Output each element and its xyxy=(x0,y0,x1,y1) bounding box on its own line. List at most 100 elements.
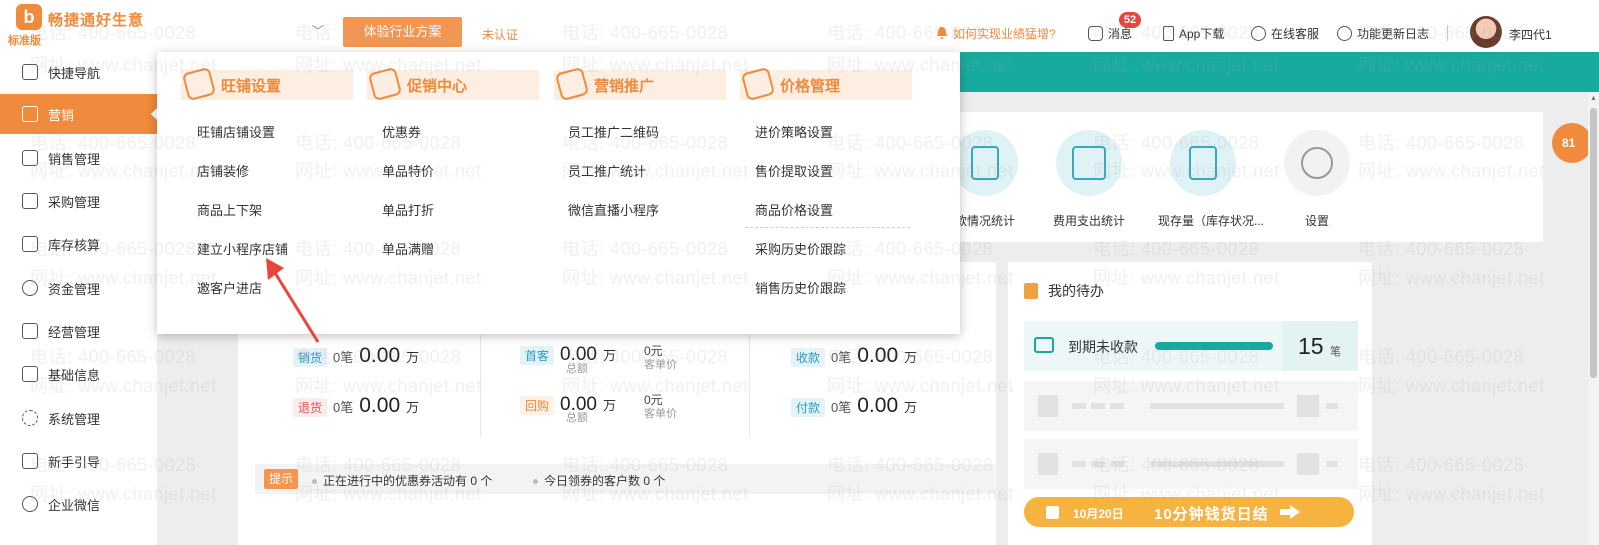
app-download-label: App下载 xyxy=(1179,26,1225,41)
sidebar-item-system[interactable]: 系统管理 xyxy=(0,398,157,438)
coupon-activities-tip[interactable]: 正在进行中的优惠券活动有 0 个 xyxy=(312,472,492,489)
receipts-amount: 0.00 xyxy=(857,344,899,367)
message-icon xyxy=(1088,25,1103,41)
menu-item-invite-customers[interactable]: 邀客户进店 xyxy=(197,278,262,297)
home-icon xyxy=(22,64,38,80)
menu-item-staff-qr[interactable]: 员工推广二维码 xyxy=(568,122,659,141)
expense-stats-shortcut[interactable]: 费用支出统计 xyxy=(1044,130,1134,229)
sidebar-item-label: 营销 xyxy=(48,107,75,123)
update-log-button[interactable]: 功能更新日志 xyxy=(1337,24,1429,42)
sidebar-item-business[interactable]: 经营管理 xyxy=(0,311,157,351)
online-service-label: 在线客服 xyxy=(1271,26,1320,41)
growth-link[interactable]: 如何实现业绩猛增? xyxy=(936,24,1056,42)
online-service-button[interactable]: 在线客服 xyxy=(1251,24,1319,42)
unverified-link[interactable]: 未认证 xyxy=(482,26,518,43)
marketing-menu-dropdown: 旺铺设置 促销中心 营销推广 价格管理 旺铺店铺设置 店铺装修 商品上下架 建立… xyxy=(157,52,960,334)
total-label: 总额 xyxy=(566,363,588,375)
unit: 万 xyxy=(603,398,617,413)
industry-solution-button[interactable]: 体验行业方案 xyxy=(343,17,462,47)
daily-settlement-banner[interactable]: 10月20日 10分钟钱货日结 xyxy=(1024,497,1354,527)
yen-icon xyxy=(22,280,38,296)
returns-count: 0笔 xyxy=(333,400,354,415)
menu-item-purchase-price-strategy[interactable]: 进价策略设置 xyxy=(755,122,833,141)
calendar-icon xyxy=(1046,506,1059,519)
menu-header-price-management: 价格管理 xyxy=(740,66,912,102)
sidebar-item-label: 新手引导 xyxy=(48,454,101,470)
sidebar-item-label: 库存核算 xyxy=(48,237,101,253)
menu-item-sale-price-history[interactable]: 销售历史价跟踪 xyxy=(755,278,846,297)
sales-tag: 销货 xyxy=(293,348,328,367)
unit: 万 xyxy=(406,400,420,415)
store-icon xyxy=(1034,337,1054,353)
returns-stat[interactable]: 退货 0笔 0.00 万 xyxy=(293,394,419,418)
sidebar-item-basic-info[interactable]: 基础信息 xyxy=(0,354,157,394)
side-float-badge[interactable]: 81 xyxy=(1552,123,1592,163)
settings-shortcut[interactable]: 设置 xyxy=(1272,130,1362,229)
shortcut-label: 设置 xyxy=(1304,214,1329,228)
menu-item-purchase-price-history[interactable]: 采购历史价跟踪 xyxy=(755,239,846,258)
bullet-icon xyxy=(533,479,538,485)
menu-item-item-discount[interactable]: 单品打折 xyxy=(382,200,434,219)
menu-item-shop-settings[interactable]: 旺铺店铺设置 xyxy=(197,122,275,141)
receipts-stat[interactable]: 收款 0笔 0.00 万 xyxy=(791,344,917,368)
sales-count: 0笔 xyxy=(333,350,354,365)
menu-item-item-special-price[interactable]: 单品特价 xyxy=(382,161,434,180)
headset-icon xyxy=(1251,25,1266,41)
sidebar-item-funds[interactable]: 资金管理 xyxy=(0,268,157,308)
sidebar-item-quick-nav[interactable]: 快捷导航 xyxy=(0,52,157,92)
menu-item-product-price-settings[interactable]: 商品价格设置 xyxy=(755,200,833,219)
payments-stat[interactable]: 付款 0笔 0.00 万 xyxy=(791,394,917,418)
sales-icon xyxy=(22,150,38,166)
payments-count: 0笔 xyxy=(831,400,852,415)
overdue-count: 15 xyxy=(1298,333,1324,359)
scrollbar-thumb[interactable] xyxy=(1590,108,1597,378)
logo-mark: b xyxy=(16,4,42,30)
overdue-receivables-item[interactable]: 到期未收款 15 笔 xyxy=(1024,321,1358,371)
sidebar-item-wechat-work[interactable]: 企业微信 xyxy=(0,484,157,524)
sidebar-item-label: 企业微信 xyxy=(48,497,101,513)
sidebar-item-purchase[interactable]: 采购管理 xyxy=(0,181,157,221)
menu-item-coupons[interactable]: 优惠券 xyxy=(382,122,421,141)
coupon-customers-text: 今日领券的客户数 0 个 xyxy=(544,474,666,488)
menu-item-sale-price-settings[interactable]: 售价提取设置 xyxy=(755,161,833,180)
receipts-tag: 收款 xyxy=(791,348,826,367)
sidebar-item-guide[interactable]: 新手引导 xyxy=(0,441,157,481)
sidebar-item-marketing[interactable]: 营销 xyxy=(0,94,157,134)
sidebar-item-label: 销售管理 xyxy=(48,151,101,167)
sidebar-item-label: 经营管理 xyxy=(48,324,101,340)
inventory-shortcut[interactable]: 现存量（库存状况... xyxy=(1158,130,1264,229)
menu-item-shop-decoration[interactable]: 店铺装修 xyxy=(197,161,249,180)
sidebar-item-sales[interactable]: 销售管理 xyxy=(0,138,157,178)
divider xyxy=(749,335,750,437)
todo-title-text: 我的待办 xyxy=(1048,283,1104,299)
menu-item-staff-stats[interactable]: 员工推广统计 xyxy=(568,161,646,180)
sales-stat[interactable]: 销货 0笔 0.00 万 xyxy=(293,344,419,368)
promo-date: 10月20日 xyxy=(1073,507,1124,521)
tip-tag: 提示 xyxy=(264,469,298,489)
brand-name: 畅捷通好生意 xyxy=(48,12,145,29)
phone-icon xyxy=(1163,25,1174,41)
menu-item-item-gift[interactable]: 单品满赠 xyxy=(382,239,434,258)
promo-text: 10分钟钱货日结 xyxy=(1154,506,1269,523)
unit: 万 xyxy=(603,348,617,363)
menu-item-wechat-live[interactable]: 微信直播小程序 xyxy=(568,200,659,219)
menu-header-label: 价格管理 xyxy=(780,78,841,95)
username[interactable]: 李四代1 xyxy=(1509,26,1552,43)
coupon-customers-tip[interactable]: 今日领券的客户数 0 个 xyxy=(533,472,665,489)
edition-label: 标准版 xyxy=(8,35,41,47)
overdue-label: 到期未收款 xyxy=(1068,339,1138,355)
chevron-down-icon[interactable]: ﹀ xyxy=(312,22,324,39)
brand-logo[interactable]: b 标准版 畅捷通好生意 xyxy=(6,4,166,48)
clipboard-icon xyxy=(1024,283,1038,299)
menu-item-product-listing[interactable]: 商品上下架 xyxy=(197,200,262,219)
avatar[interactable] xyxy=(1470,16,1502,48)
sidebar-item-inventory[interactable]: 库存核算 xyxy=(0,224,157,264)
expense-icon xyxy=(1056,130,1122,196)
id-card-icon xyxy=(22,366,38,382)
app-download-button[interactable]: App下载 xyxy=(1163,24,1224,42)
gift-icon xyxy=(22,106,38,122)
payments-tag: 付款 xyxy=(791,398,826,417)
divider xyxy=(1447,25,1448,41)
scroll-up-icon[interactable]: ▲ xyxy=(1590,95,1597,102)
menu-item-mini-program-shop[interactable]: 建立小程序店铺 xyxy=(197,239,288,258)
